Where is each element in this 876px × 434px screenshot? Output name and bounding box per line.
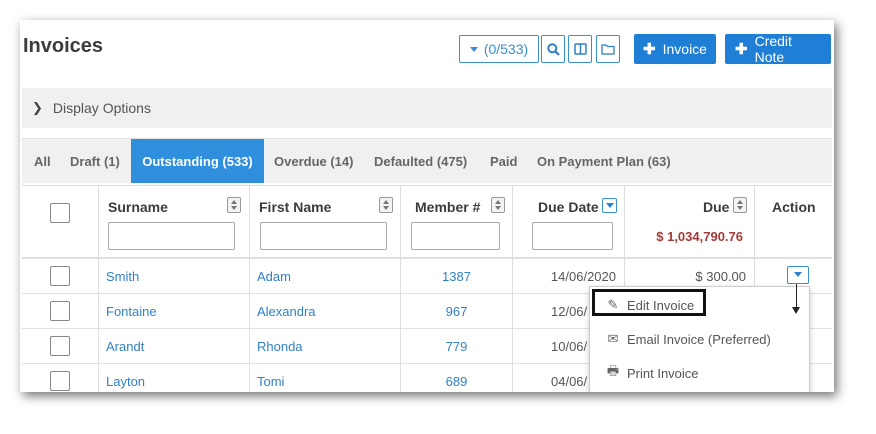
surname-cell[interactable]: Arandt xyxy=(99,329,250,363)
action-header-label: Action xyxy=(772,199,816,215)
tab-defaulted[interactable]: Defaulted (475) xyxy=(374,139,467,183)
header-due-date: Due Date xyxy=(513,185,625,258)
folder-button[interactable] xyxy=(596,35,620,63)
surname-filter-input[interactable] xyxy=(108,222,235,250)
due-date-header-label: Due Date xyxy=(538,199,599,215)
surname-cell[interactable]: Fontaine xyxy=(99,294,250,328)
new-invoice-button[interactable]: ✚ Invoice xyxy=(634,34,716,64)
first-name-header-label: First Name xyxy=(259,199,332,215)
first-name-cell[interactable]: Tomi xyxy=(250,364,401,392)
invoices-panel: Invoices (0/533) ✚ Invoice ✚ Credit Note… xyxy=(20,20,834,392)
member-cell[interactable]: 1387 xyxy=(401,259,513,293)
menu-item-print-invoice[interactable]: 🖶 Print Invoice xyxy=(590,358,809,388)
new-credit-note-button[interactable]: ✚ Credit Note xyxy=(725,33,831,65)
display-options-label: Display Options xyxy=(52,100,151,116)
print-icon: 🖶 xyxy=(606,363,620,378)
sort-icon[interactable] xyxy=(227,197,241,213)
status-tabs: All Draft (1) Outstanding (533) Overdue … xyxy=(22,138,832,183)
plus-icon: ✚ xyxy=(735,41,748,58)
member-cell[interactable]: 689 xyxy=(401,364,513,392)
header-action: Action xyxy=(755,185,832,258)
row-checkbox[interactable] xyxy=(50,301,70,321)
first-name-cell[interactable]: Alexandra xyxy=(250,294,401,328)
header-select-cell xyxy=(22,185,99,258)
new-invoice-label: Invoice xyxy=(662,41,707,57)
header-due: Due $ 1,034,790.76 xyxy=(625,185,755,258)
surname-header-label: Surname xyxy=(108,199,168,215)
due-total: $ 1,034,790.76 xyxy=(656,229,743,244)
search-button[interactable] xyxy=(541,35,565,63)
row-checkbox[interactable] xyxy=(50,371,70,391)
filter-count: (0/533) xyxy=(483,41,529,57)
sort-icon[interactable] xyxy=(379,197,393,213)
header-first-name: First Name xyxy=(250,185,401,258)
row-action-dropdown-button[interactable] xyxy=(787,266,809,284)
edit-invoice-highlight xyxy=(592,289,706,316)
member-header-label: Member # xyxy=(415,199,481,215)
callout-arrow xyxy=(796,284,797,309)
callout-arrow-head xyxy=(792,307,800,314)
chevron-right-icon: ❯ xyxy=(32,100,43,115)
member-filter-input[interactable] xyxy=(411,222,500,250)
tab-on-payment-plan[interactable]: On Payment Plan (63) xyxy=(537,139,671,183)
tab-all[interactable]: All xyxy=(34,139,51,183)
due-date-filter-input[interactable] xyxy=(532,222,613,250)
tab-outstanding[interactable]: Outstanding (533) xyxy=(131,139,264,183)
first-name-cell[interactable]: Adam xyxy=(250,259,401,293)
columns-button[interactable] xyxy=(568,35,592,63)
member-cell[interactable]: 967 xyxy=(401,294,513,328)
tab-paid[interactable]: Paid xyxy=(490,139,517,183)
columns-icon xyxy=(573,43,587,55)
envelope-icon: ✉ xyxy=(607,331,619,346)
select-all-checkbox[interactable] xyxy=(50,203,70,223)
first-name-filter-input[interactable] xyxy=(260,222,387,250)
surname-cell[interactable]: Layton xyxy=(99,364,250,392)
search-icon xyxy=(546,42,560,56)
header-member: Member # xyxy=(401,185,513,258)
menu-item-email-invoice[interactable]: ✉ Email Invoice (Preferred) xyxy=(590,324,809,354)
surname-cell[interactable]: Smith xyxy=(99,259,250,293)
header-surname: Surname xyxy=(99,185,250,258)
display-options-toggle[interactable]: ❯ Display Options xyxy=(22,88,832,128)
sort-desc-icon[interactable] xyxy=(602,198,617,213)
row-checkbox[interactable] xyxy=(50,336,70,356)
row-checkbox[interactable] xyxy=(50,266,70,286)
first-name-cell[interactable]: Rhonda xyxy=(250,329,401,363)
filter-dropdown-button[interactable]: (0/533) xyxy=(459,35,539,63)
plus-icon: ✚ xyxy=(643,41,656,58)
sort-icon[interactable] xyxy=(733,197,747,213)
member-cell[interactable]: 779 xyxy=(401,329,513,363)
new-credit-note-label: Credit Note xyxy=(754,33,792,65)
page-title: Invoices xyxy=(23,35,104,57)
tab-draft[interactable]: Draft (1) xyxy=(70,139,120,183)
sort-icon[interactable] xyxy=(491,197,505,213)
caret-down-icon xyxy=(469,46,478,52)
due-header-label: Due xyxy=(703,199,730,215)
tab-overdue[interactable]: Overdue (14) xyxy=(274,139,353,183)
folder-icon xyxy=(601,44,615,55)
